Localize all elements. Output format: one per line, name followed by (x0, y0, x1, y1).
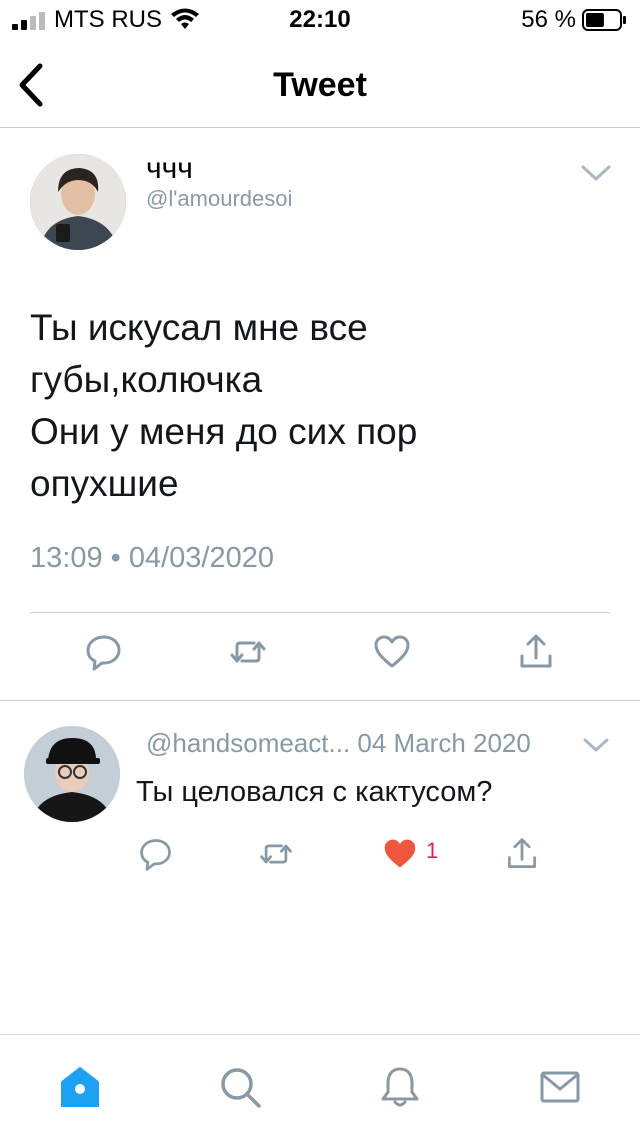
chevron-down-icon[interactable] (580, 162, 612, 184)
tab-bar (0, 1034, 640, 1136)
divider (30, 612, 610, 613)
author-handle[interactable]: @l'amourdesoi (146, 186, 292, 212)
home-icon[interactable] (58, 1065, 102, 1109)
like-count: 1 (426, 838, 439, 863)
search-icon[interactable] (218, 1065, 262, 1109)
like-icon[interactable] (372, 632, 412, 672)
retweet-icon[interactable] (258, 836, 294, 872)
author-avatar[interactable] (30, 154, 126, 250)
reply-meta: @handsomeact... 04 March 2020 (146, 728, 531, 759)
like-icon-filled[interactable] (382, 836, 418, 872)
share-icon[interactable] (516, 632, 556, 672)
page-title: Tweet (273, 66, 367, 104)
notifications-icon[interactable] (378, 1065, 422, 1109)
reply-date: 04 March 2020 (357, 728, 531, 758)
reply-tweet[interactable]: @handsomeact... 04 March 2020 Ты целовал… (0, 702, 640, 902)
tweet-text-line: Они у меня до сих пор (30, 411, 418, 452)
navigation-bar: Tweet (0, 40, 640, 128)
tweet-text-line: опухшие (30, 463, 179, 504)
tweet-detail-screen: MTS RUS 22:10 56 % Tweet ччч @l'amourdes… (0, 0, 640, 1136)
chevron-down-icon[interactable] (582, 736, 610, 754)
tweet-actions (0, 632, 640, 688)
status-bar: MTS RUS 22:10 56 % (0, 0, 640, 40)
messages-icon[interactable] (538, 1065, 582, 1109)
tweet-text: Ты искусал мне все губы,колючка Они у ме… (30, 302, 590, 510)
tweet-text-line: губы,колючка (30, 359, 263, 400)
battery-percent: 56 % (521, 6, 576, 33)
reply-text: Ты целовался с кактусом? (136, 776, 493, 808)
retweet-icon[interactable] (228, 632, 268, 672)
battery-icon (582, 9, 626, 31)
share-icon[interactable] (504, 836, 540, 872)
reply-actions: 1 (0, 836, 640, 876)
reply-icon[interactable] (84, 632, 124, 672)
reply-icon[interactable] (138, 836, 174, 872)
divider (0, 700, 640, 701)
reply-avatar[interactable] (24, 726, 120, 822)
author-name[interactable]: ччч (146, 152, 193, 186)
tweet-text-line: Ты искусал мне все (30, 307, 368, 348)
tweet-timestamp: 13:09 • 04/03/2020 (30, 542, 274, 574)
reply-handle[interactable]: @handsomeact... (146, 728, 350, 758)
